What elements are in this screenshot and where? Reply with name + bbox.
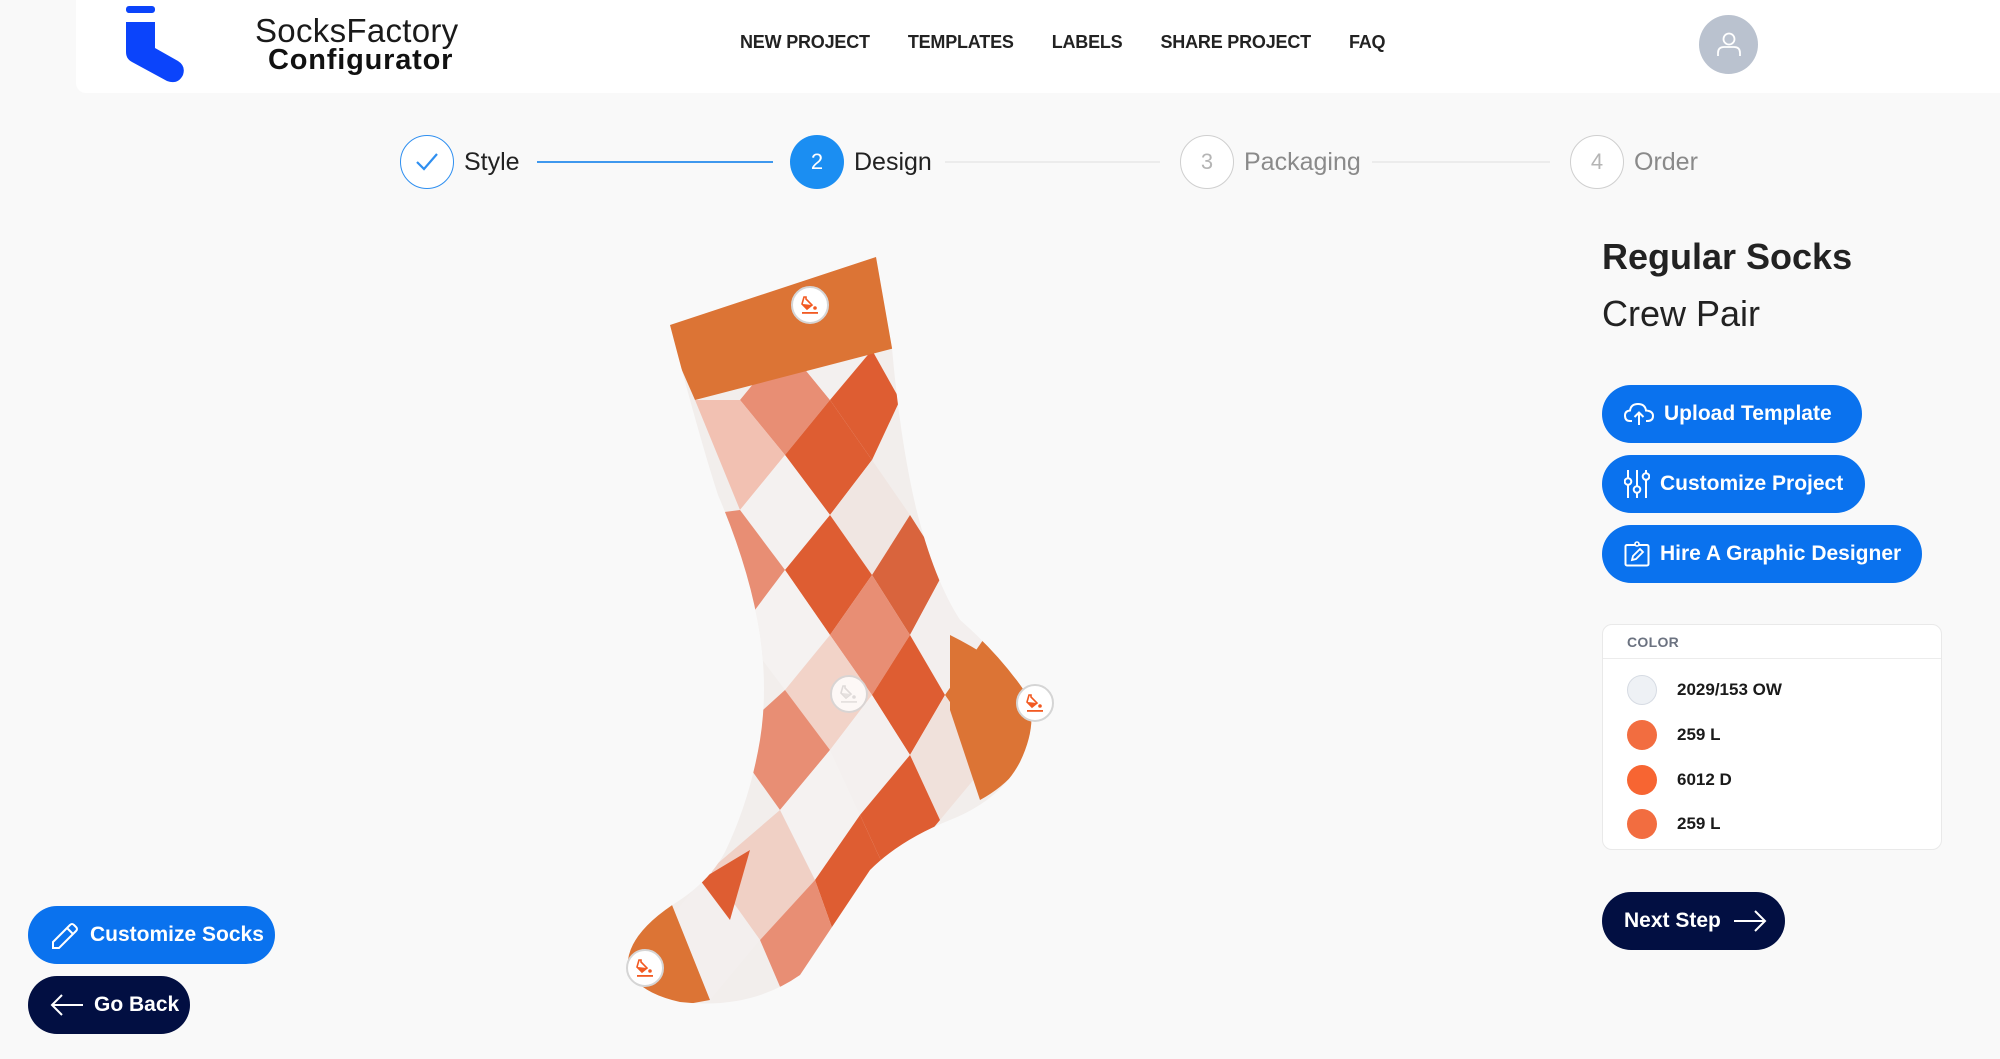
step-design[interactable]: 2 Design (790, 135, 932, 189)
next-step-label: Next Step (1624, 909, 1721, 932)
product-subtitle: Crew Pair (1602, 293, 1761, 334)
paint-bucket-icon (801, 296, 818, 314)
step-connector (1372, 161, 1550, 163)
step-label: Packaging (1244, 147, 1361, 176)
sock-3d-model (628, 257, 1032, 1004)
paint-bucket-icon (840, 685, 857, 703)
customize-project-label: Customize Project (1660, 472, 1844, 495)
top-header: SocksFactory Configurator NEW PROJECT TE… (76, 0, 2000, 93)
color-item[interactable]: 259 L (1627, 809, 1720, 839)
next-step-button[interactable]: Next Step (1602, 892, 1785, 950)
step-circle: 4 (1570, 135, 1624, 189)
product-title: Regular Socks (1602, 236, 1853, 277)
step-circle: 3 (1180, 135, 1234, 189)
color-name: 6012 D (1677, 770, 1732, 789)
step-style[interactable]: Style (400, 135, 520, 189)
hire-graphic-designer-label: Hire A Graphic Designer (1660, 542, 1902, 565)
main-nav: NEW PROJECT TEMPLATES LABELS SHARE PROJE… (740, 32, 1423, 53)
user-icon (1716, 32, 1741, 56)
step-circle: 2 (790, 135, 844, 189)
color-name: 259 L (1677, 725, 1721, 744)
paint-bucket-icon (636, 959, 653, 977)
clipboard-edit-icon (1624, 541, 1650, 567)
go-back-label: Go Back (94, 993, 180, 1016)
color-panel-header: COLOR (1603, 625, 1941, 659)
sock-logo-icon (126, 6, 184, 83)
upload-template-button[interactable]: Upload Template (1602, 385, 1862, 443)
customize-socks-label: Customize Socks (90, 923, 264, 946)
hire-graphic-designer-button[interactable]: Hire A Graphic Designer (1602, 525, 1922, 583)
step-label: Style (464, 147, 520, 176)
color-name: 2029/153 OW (1677, 680, 1782, 699)
customize-project-button[interactable]: Customize Project (1602, 455, 1865, 513)
nav-faq[interactable]: FAQ (1349, 32, 1386, 53)
arrow-left-icon (50, 994, 83, 1016)
nav-share-project[interactable]: SHARE PROJECT (1161, 32, 1312, 53)
nav-new-project[interactable]: NEW PROJECT (740, 32, 870, 53)
color-swatch (1627, 765, 1657, 795)
sock-preview[interactable] (600, 240, 1100, 1020)
logo-subtitle: Configurator (268, 44, 454, 76)
color-name: 259 L (1677, 814, 1721, 833)
check-icon (416, 153, 438, 171)
user-avatar-button[interactable] (1699, 15, 1758, 74)
cloud-upload-icon (1624, 402, 1654, 425)
step-packaging[interactable]: 3 Packaging (1180, 135, 1361, 189)
color-swatch (1627, 809, 1657, 839)
step-connector (537, 161, 773, 163)
step-order[interactable]: 4 Order (1570, 135, 1698, 189)
hotspot-heel[interactable] (1016, 684, 1054, 722)
hotspot-cuff[interactable] (791, 286, 829, 324)
step-label: Order (1634, 147, 1698, 176)
step-label: Design (854, 147, 932, 176)
color-panel: COLOR 2029/153 OW 259 L 6012 D 259 L (1602, 624, 1942, 850)
step-circle (400, 135, 454, 189)
color-item[interactable]: 259 L (1627, 720, 1720, 750)
go-back-button[interactable]: Go Back (28, 976, 190, 1034)
upload-template-label: Upload Template (1664, 402, 1832, 425)
color-swatch (1627, 675, 1657, 705)
nav-templates[interactable]: TEMPLATES (908, 32, 1014, 53)
nav-labels[interactable]: LABELS (1052, 32, 1123, 53)
pencil-icon (52, 923, 78, 949)
color-item[interactable]: 6012 D (1627, 765, 1732, 795)
color-item[interactable]: 2029/153 OW (1627, 675, 1782, 705)
arrow-right-icon (1733, 910, 1767, 932)
step-connector (945, 161, 1160, 163)
customize-socks-button[interactable]: Customize Socks (28, 906, 275, 964)
hotspot-ankle[interactable] (830, 675, 868, 713)
logo[interactable]: SocksFactory Configurator (126, 0, 486, 93)
paint-bucket-icon (1026, 694, 1043, 712)
hotspot-toe[interactable] (626, 949, 664, 987)
color-swatch (1627, 720, 1657, 750)
sliders-icon (1624, 470, 1650, 498)
